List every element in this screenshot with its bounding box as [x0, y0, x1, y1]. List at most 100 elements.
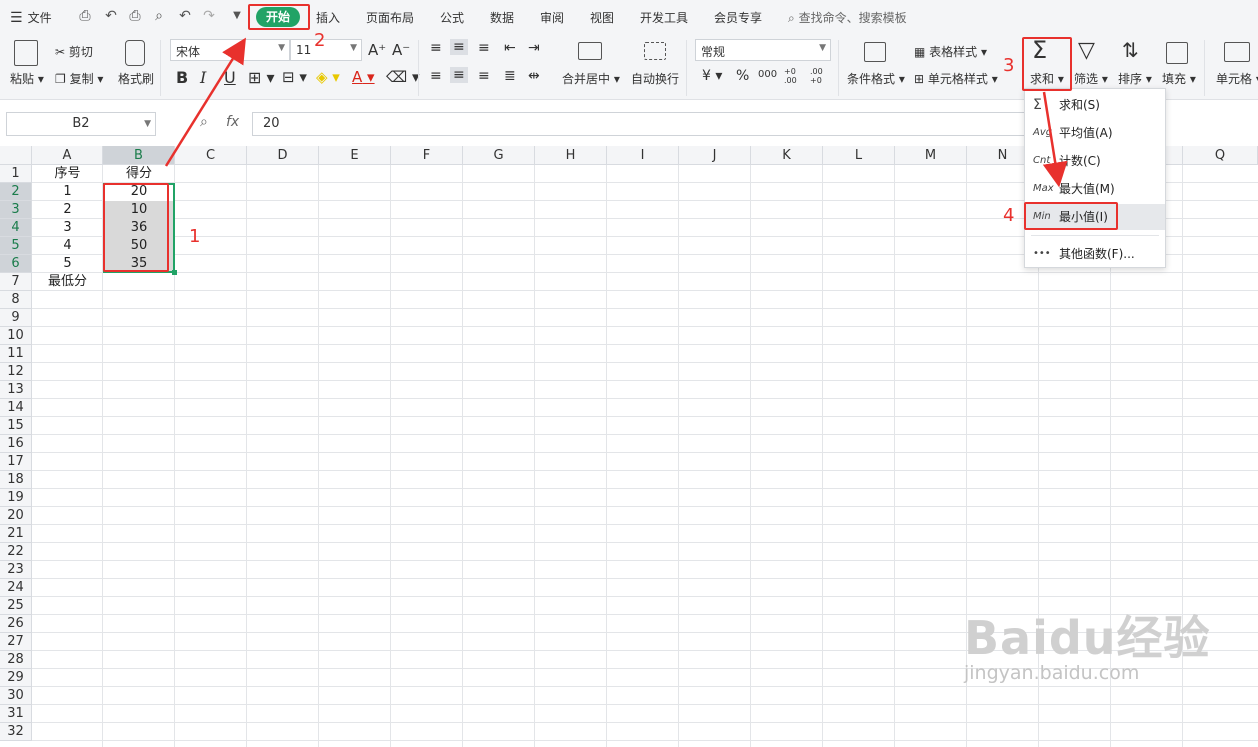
column-header-h[interactable]: H: [535, 146, 607, 165]
percent-button[interactable]: %: [736, 68, 749, 84]
row-header-11[interactable]: 11: [0, 345, 32, 363]
row-header-3[interactable]: 3: [0, 201, 32, 219]
paste-button[interactable]: 粘贴 ▾: [10, 70, 44, 87]
eraser-icon[interactable]: ⌫ ▾: [386, 68, 420, 86]
currency-button[interactable]: ¥ ▾: [702, 68, 722, 84]
merge-center-icon[interactable]: [578, 42, 602, 60]
copy-button[interactable]: ❐ 复制 ▾: [55, 70, 103, 87]
row-header-12[interactable]: 12: [0, 363, 32, 381]
tab-insert[interactable]: 插入: [316, 9, 340, 26]
decrease-decimal-button[interactable]: .00 +0: [810, 67, 828, 85]
row-header-23[interactable]: 23: [0, 561, 32, 579]
dropdown-item-more[interactable]: ••• 其他函数(F)...: [1025, 241, 1165, 267]
row-header-14[interactable]: 14: [0, 399, 32, 417]
row-header-22[interactable]: 22: [0, 543, 32, 561]
wrap-text-button[interactable]: 自动换行: [631, 70, 679, 87]
border-icon[interactable]: ⊞ ▾: [248, 68, 275, 87]
tab-member[interactable]: 会员专享: [714, 9, 762, 26]
zoom-icon[interactable]: ⌕: [200, 114, 208, 130]
font-size-select[interactable]: 11 ▼: [290, 39, 362, 61]
column-header-e[interactable]: E: [319, 146, 391, 165]
row-header-20[interactable]: 20: [0, 507, 32, 525]
align-left-icon[interactable]: ≡: [430, 68, 442, 84]
name-box[interactable]: B2 ▼: [6, 112, 156, 136]
print-icon[interactable]: ⎙: [126, 7, 144, 25]
fill-icon[interactable]: [1166, 42, 1188, 64]
tab-review[interactable]: 审阅: [540, 9, 564, 26]
select-all-corner[interactable]: [0, 146, 32, 165]
column-header-b[interactable]: B: [103, 146, 175, 165]
row-header-28[interactable]: 28: [0, 651, 32, 669]
wrap-text-icon[interactable]: [644, 42, 666, 60]
redo-icon[interactable]: ↷: [200, 7, 218, 25]
dropdown-item-sum[interactable]: Σ 求和(S): [1025, 92, 1165, 118]
row-header-2[interactable]: 2: [0, 183, 32, 201]
cell-a3[interactable]: 2: [32, 201, 103, 219]
row-header-16[interactable]: 16: [0, 435, 32, 453]
italic-button[interactable]: I: [200, 68, 206, 87]
cell-a4[interactable]: 3: [32, 219, 103, 237]
file-menu[interactable]: ☰ 文件: [10, 9, 52, 26]
cell-a2[interactable]: 1: [32, 183, 103, 201]
column-header-i[interactable]: I: [607, 146, 679, 165]
indent-decrease-icon[interactable]: ⇤: [504, 40, 516, 56]
justify-icon[interactable]: ≣: [504, 68, 516, 84]
row-header-4[interactable]: 4: [0, 219, 32, 237]
row-header-5[interactable]: 5: [0, 237, 32, 255]
column-header-f[interactable]: F: [391, 146, 463, 165]
tab-view[interactable]: 视图: [590, 9, 614, 26]
conditional-format-icon[interactable]: [864, 42, 886, 62]
column-header-c[interactable]: C: [175, 146, 247, 165]
font-name-select[interactable]: 宋体 ▼: [170, 39, 290, 61]
column-header-q[interactable]: Q: [1183, 146, 1258, 165]
paste-icon[interactable]: [14, 40, 38, 66]
row-header-19[interactable]: 19: [0, 489, 32, 507]
row-header-15[interactable]: 15: [0, 417, 32, 435]
dropdown-item-count[interactable]: Cnt 计数(C): [1025, 148, 1165, 174]
decrease-font-icon[interactable]: A⁻: [392, 41, 410, 59]
column-header-m[interactable]: M: [895, 146, 967, 165]
command-search[interactable]: ⌕ 查找命令、搜索模板: [788, 9, 907, 26]
row-header-24[interactable]: 24: [0, 579, 32, 597]
formula-input[interactable]: 20: [252, 112, 1042, 136]
row-header-21[interactable]: 21: [0, 525, 32, 543]
row-header-8[interactable]: 8: [0, 291, 32, 309]
column-header-k[interactable]: K: [751, 146, 823, 165]
dropdown-item-max[interactable]: Max 最大值(M): [1025, 176, 1165, 202]
align-right-icon[interactable]: ≡: [478, 68, 490, 84]
dropdown-item-average[interactable]: Avg 平均值(A): [1025, 120, 1165, 146]
fill-button[interactable]: 填充 ▾: [1162, 70, 1196, 87]
cell-button[interactable]: 单元格 ▾: [1216, 70, 1258, 87]
format-painter-icon[interactable]: [125, 40, 145, 66]
align-top-icon[interactable]: ≡: [430, 40, 442, 56]
row-header-29[interactable]: 29: [0, 669, 32, 687]
font-color-button[interactable]: A ▾: [352, 68, 375, 86]
row-header-10[interactable]: 10: [0, 327, 32, 345]
cell-icon[interactable]: [1224, 42, 1250, 62]
sort-button[interactable]: 排序 ▾: [1118, 70, 1152, 87]
chevron-down-icon[interactable]: ▼: [228, 7, 246, 25]
tab-developer[interactable]: 开发工具: [640, 9, 688, 26]
undo-history-icon[interactable]: ↶: [102, 7, 120, 25]
row-header-1[interactable]: 1: [0, 165, 32, 183]
save-icon[interactable]: ⎙: [76, 7, 94, 25]
increase-decimal-button[interactable]: +0 .00: [784, 67, 802, 85]
format-painter-button[interactable]: 格式刷: [118, 70, 154, 87]
row-header-26[interactable]: 26: [0, 615, 32, 633]
increase-font-icon[interactable]: A⁺: [368, 41, 386, 59]
indent-increase-icon[interactable]: ⇥: [528, 40, 540, 56]
align-middle-icon[interactable]: ≡: [450, 39, 468, 55]
distributed-icon[interactable]: ⇹: [528, 68, 540, 84]
row-header-25[interactable]: 25: [0, 597, 32, 615]
tab-formulas[interactable]: 公式: [440, 9, 464, 26]
cell-a6[interactable]: 5: [32, 255, 103, 273]
align-bottom-icon[interactable]: ≡: [478, 40, 490, 56]
row-header-27[interactable]: 27: [0, 633, 32, 651]
column-header-a[interactable]: A: [32, 146, 103, 165]
tab-data[interactable]: 数据: [490, 9, 514, 26]
row-header-31[interactable]: 31: [0, 705, 32, 723]
number-format-select[interactable]: 常规 ▼: [695, 39, 831, 61]
column-header-j[interactable]: J: [679, 146, 751, 165]
conditional-format-button[interactable]: 条件格式 ▾: [847, 70, 905, 87]
row-header-13[interactable]: 13: [0, 381, 32, 399]
